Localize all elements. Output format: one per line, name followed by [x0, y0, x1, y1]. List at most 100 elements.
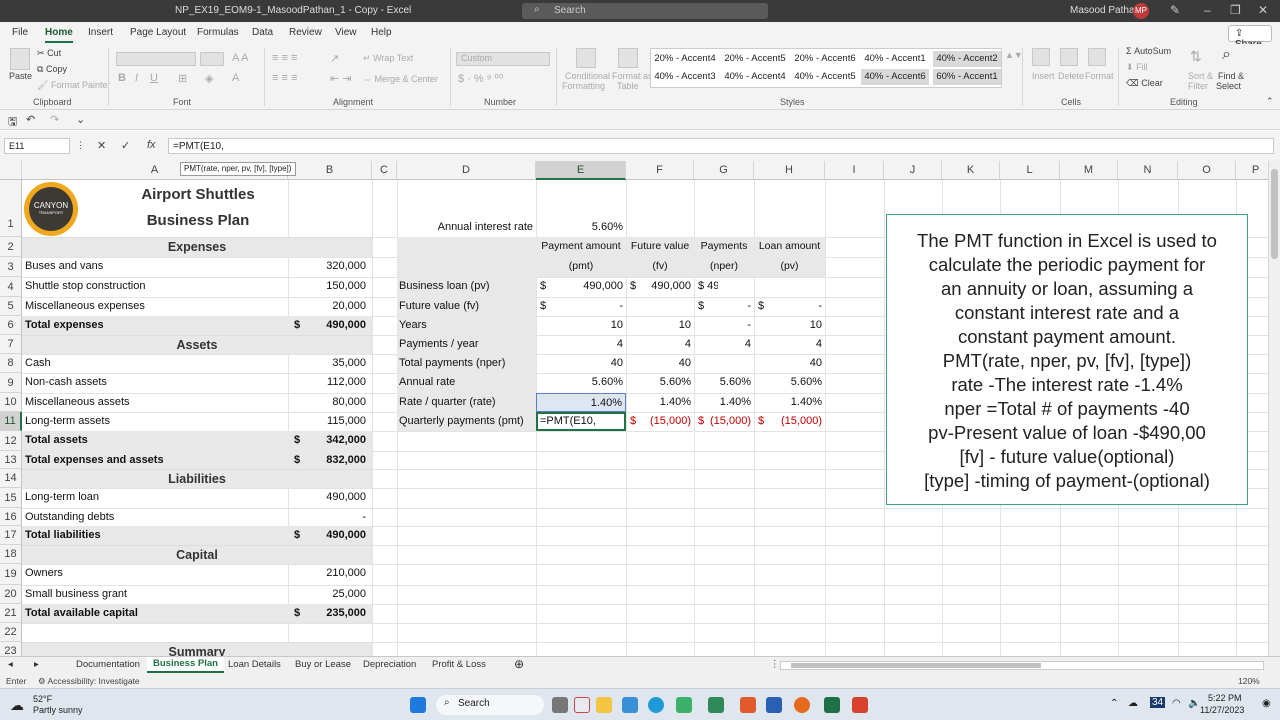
loan-cell-value[interactable]: (15,000)	[694, 412, 754, 431]
row-header-18[interactable]: 18	[0, 545, 22, 564]
find-icon[interactable]: ⌕	[1222, 46, 1231, 64]
style-cell[interactable]: 40% - Accent5	[791, 69, 859, 85]
powerpoint-icon[interactable]	[740, 697, 756, 713]
align-left-icon[interactable]: ≡ ≡ ≡	[272, 72, 297, 84]
style-cell[interactable]: 20% - Accent4	[651, 51, 719, 67]
vertical-scrollbar[interactable]	[1268, 161, 1280, 656]
save-icon[interactable]: 🖫	[8, 113, 17, 132]
column-header-d[interactable]: D	[397, 161, 536, 180]
row-header-8[interactable]: 8	[0, 354, 22, 373]
row-header-1[interactable]: 1	[0, 180, 22, 237]
format-cells-icon[interactable]	[1088, 48, 1106, 66]
redo-icon[interactable]: ↷	[50, 113, 59, 126]
loan-cell-value[interactable]: (15,000)	[754, 412, 825, 431]
delete-cells-icon[interactable]	[1060, 48, 1078, 66]
add-sheet-icon[interactable]: ⊕	[514, 657, 524, 671]
loan-cell-value[interactable]: 1.40%	[626, 393, 694, 412]
column-header-h[interactable]: H	[754, 161, 825, 180]
zoom-level[interactable]: 120%	[1238, 676, 1260, 686]
filter-button[interactable]: Filter	[1188, 81, 1208, 91]
restore-icon[interactable]: ❐	[1230, 3, 1241, 17]
tab-insert[interactable]: Insert	[88, 27, 113, 38]
select-all-corner[interactable]	[0, 161, 22, 180]
wrap-text-button[interactable]: ↵ Wrap Text	[363, 53, 413, 64]
row-header-20[interactable]: 20	[0, 585, 22, 604]
row-header-5[interactable]: 5	[0, 297, 22, 316]
column-header-p[interactable]: P	[1236, 161, 1268, 180]
style-cell[interactable]: 40% - Accent1	[861, 51, 929, 67]
avatar[interactable]: MP	[1133, 3, 1149, 19]
row-header-16[interactable]: 16	[0, 508, 22, 526]
select-button[interactable]: Select	[1216, 81, 1241, 91]
task-view-icon[interactable]	[552, 697, 568, 713]
row-header-19[interactable]: 19	[0, 564, 22, 585]
style-cell[interactable]: 20% - Accent5	[721, 51, 789, 67]
store-icon[interactable]	[622, 697, 638, 713]
loan-cell-value[interactable]: 4	[754, 335, 825, 354]
sheet-tab-documentation[interactable]: Documentation	[76, 659, 140, 670]
share-button[interactable]: ⇪ Share	[1228, 25, 1272, 50]
referenced-cell-e10[interactable]: 1.40%	[536, 393, 626, 412]
format-button[interactable]: Format	[1085, 71, 1114, 81]
windows-start-icon[interactable]	[410, 697, 426, 713]
conditional-formatting-label[interactable]: Conditional	[565, 71, 610, 81]
tab-home[interactable]: Home	[45, 27, 73, 43]
volume-icon[interactable]: 🔈	[1188, 698, 1200, 709]
row-header-14[interactable]: 14	[0, 469, 22, 488]
loan-cell-value[interactable]: 1.40%	[694, 393, 754, 412]
column-header-l[interactable]: L	[1000, 161, 1060, 180]
tab-review[interactable]: Review	[289, 27, 322, 38]
row-header-17[interactable]: 17	[0, 526, 22, 545]
column-header-k[interactable]: K	[942, 161, 1000, 180]
style-cell[interactable]: 20% - Accent6	[791, 51, 859, 67]
accessibility-status[interactable]: ⚙ Accessibility: Investigate	[38, 676, 140, 687]
horizontal-scrollbar[interactable]	[780, 661, 1264, 670]
sheet-tab-loan-details[interactable]: Loan Details	[228, 659, 281, 670]
row-header-21[interactable]: 21	[0, 604, 22, 623]
firefox-icon[interactable]	[794, 697, 810, 713]
column-header-g[interactable]: G	[694, 161, 754, 180]
insert-button[interactable]: Insert	[1032, 71, 1055, 81]
row-header-22[interactable]: 22	[0, 623, 22, 642]
cancel-icon[interactable]: ✕	[97, 139, 106, 152]
clock-date[interactable]: 11/27/2023	[1200, 705, 1244, 715]
tab-help[interactable]: Help	[371, 27, 392, 38]
name-box[interactable]: E11	[4, 138, 70, 154]
number-format-dropdown[interactable]: Custom	[456, 52, 550, 66]
clear-button[interactable]: ⌫ Clear	[1126, 78, 1163, 89]
loan-cell-value[interactable]: 5.60%	[536, 373, 626, 393]
next-sheet-icon[interactable]: ▸	[34, 659, 39, 670]
minimize-icon[interactable]: –	[1204, 3, 1211, 17]
font-size-dropdown[interactable]	[200, 52, 224, 66]
column-header-j[interactable]: J	[884, 161, 942, 180]
loan-cell-value[interactable]: 1.40%	[754, 393, 825, 412]
font-name-dropdown[interactable]	[116, 52, 196, 66]
merge-center-button[interactable]: ⇔ Merge & Center	[363, 74, 438, 84]
notification-icon[interactable]: ◉	[1262, 698, 1271, 709]
format-table-icon[interactable]	[618, 48, 638, 68]
conditional-formatting-label2[interactable]: Formatting	[562, 81, 605, 91]
column-header-e[interactable]: E	[536, 161, 626, 180]
format-as-table-label[interactable]: Format as	[612, 71, 653, 81]
loan-cell-value[interactable]: 10	[754, 316, 825, 335]
column-header-b[interactable]: B	[288, 161, 372, 180]
sheet-tab-profit-loss[interactable]: Profit & Loss	[432, 659, 486, 670]
loan-cell-value[interactable]: 5.60%	[626, 373, 694, 393]
column-header-n[interactable]: N	[1118, 161, 1178, 180]
autosum-button[interactable]: Σ AutoSum	[1126, 46, 1171, 56]
fill-color-icon[interactable]: ◈	[205, 72, 213, 85]
weather-icon[interactable]: ☁	[10, 697, 24, 714]
loan-cell-value[interactable]: -	[694, 297, 754, 316]
insert-function-icon[interactable]: fx	[147, 139, 156, 151]
format-painter-button[interactable]: 🖌 Format Painter	[37, 80, 110, 91]
excel-icon[interactable]	[824, 697, 840, 713]
word-icon[interactable]	[766, 697, 782, 713]
orientation-icon[interactable]: ↗	[330, 52, 339, 65]
loan-cell-value[interactable]: 5.60%	[694, 373, 754, 393]
tab-view[interactable]: View	[335, 27, 357, 38]
app-icon[interactable]	[676, 697, 692, 713]
camtasia-icon[interactable]	[708, 697, 724, 713]
h-scroll-thumb[interactable]	[791, 663, 1041, 668]
find-button[interactable]: Find &	[1218, 71, 1244, 81]
loan-cell-value[interactable]: 5.60%	[754, 373, 825, 393]
